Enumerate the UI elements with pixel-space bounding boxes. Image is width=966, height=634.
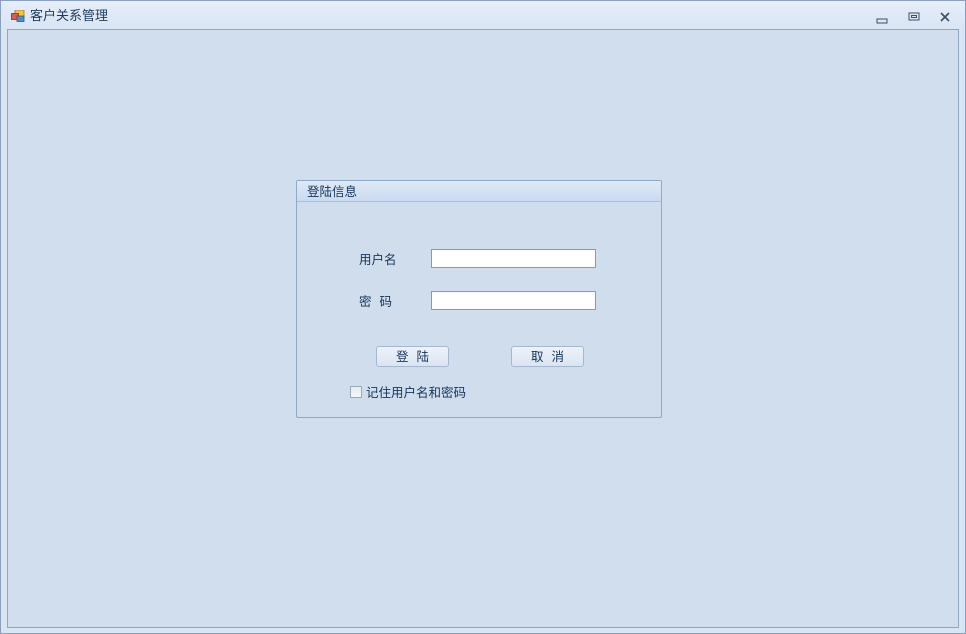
minimize-icon	[874, 9, 890, 25]
main-window: 客户关系管理 登陆信息 用户名 密 码 登 陆 取 消 记住用户名和密码	[0, 0, 966, 634]
minimize-button[interactable]	[874, 9, 890, 25]
password-input[interactable]	[431, 291, 596, 310]
title-bar[interactable]: 客户关系管理	[1, 1, 965, 29]
main-client-area: 登陆信息 用户名 密 码 登 陆 取 消 记住用户名和密码	[7, 29, 959, 628]
login-info-group: 登陆信息 用户名 密 码 登 陆 取 消 记住用户名和密码	[296, 180, 662, 418]
username-input[interactable]	[431, 249, 596, 268]
login-button[interactable]: 登 陆	[376, 346, 449, 367]
window-title: 客户关系管理	[30, 9, 109, 24]
close-button[interactable]	[937, 9, 953, 25]
restore-icon	[906, 9, 922, 25]
password-label: 密 码	[359, 294, 392, 309]
group-header: 登陆信息	[297, 181, 661, 202]
group-title: 登陆信息	[307, 184, 358, 199]
remember-checkbox[interactable]	[350, 386, 362, 398]
remember-checkbox-label[interactable]: 记住用户名和密码	[366, 385, 466, 400]
cancel-button[interactable]: 取 消	[511, 346, 584, 367]
close-icon	[937, 9, 953, 25]
username-label: 用户名	[359, 252, 397, 267]
restore-button[interactable]	[906, 9, 922, 25]
app-window-icon	[11, 9, 25, 22]
